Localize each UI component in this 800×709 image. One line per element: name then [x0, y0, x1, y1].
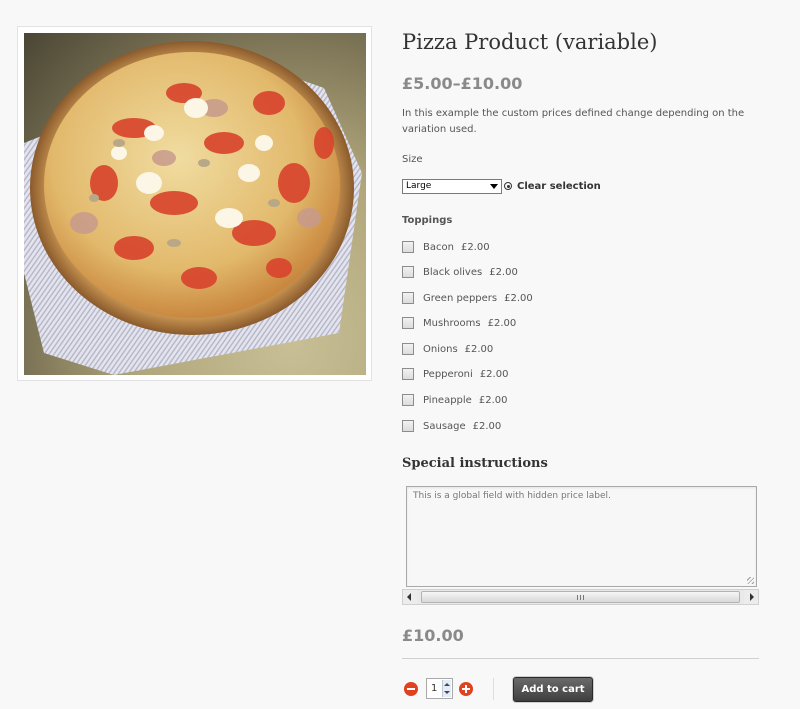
price-range: £5.00–£10.00 [402, 74, 523, 93]
toppings-label: Toppings [402, 215, 453, 226]
spinner-icon[interactable] [442, 680, 451, 697]
topping-checkbox[interactable] [402, 420, 414, 432]
horizontal-scrollbar[interactable] [402, 589, 759, 605]
clear-selection-label: Clear selection [517, 181, 601, 192]
topping-name: Black olives [423, 267, 483, 278]
scrollbar-thumb[interactable] [421, 591, 740, 603]
topping-checkbox[interactable] [402, 368, 414, 380]
topping-name: Bacon [423, 242, 454, 253]
product-description: In this example the custom prices define… [402, 108, 745, 135]
special-instructions-text: This is a global field with hidden price… [413, 491, 611, 501]
special-instructions-heading: Special instructions [402, 456, 548, 471]
grip-icon [576, 595, 584, 600]
topping-name: Mushrooms [423, 318, 481, 329]
topping-price: £2.00 [479, 369, 509, 380]
topping-name: Sausage [423, 421, 466, 432]
topping-checkbox[interactable] [402, 292, 414, 304]
size-selected-value: Large [406, 181, 432, 191]
topping-checkbox[interactable] [402, 343, 414, 355]
topping-price: £2.00 [472, 421, 502, 432]
chevron-down-icon [490, 184, 498, 189]
size-label: Size [402, 154, 423, 165]
topping-price: £2.00 [464, 344, 494, 355]
divider [493, 678, 494, 700]
divider [402, 658, 759, 659]
plus-icon[interactable] [459, 682, 473, 696]
topping-checkbox[interactable] [402, 394, 414, 406]
topping-price: £2.00 [504, 293, 533, 304]
resize-grip-icon[interactable] [747, 577, 754, 584]
scroll-left-icon[interactable] [403, 590, 417, 604]
topping-checkbox[interactable] [402, 241, 414, 253]
pizza-illustration [24, 41, 362, 375]
size-select[interactable]: Large [402, 179, 502, 194]
scroll-right-icon[interactable] [744, 590, 758, 604]
special-instructions-textarea[interactable]: This is a global field with hidden price… [406, 486, 757, 587]
quantity-value: 1 [431, 683, 438, 694]
pizza-image[interactable] [24, 33, 366, 375]
topping-name: Pepperoni [423, 369, 473, 380]
total-price: £10.00 [402, 626, 464, 645]
topping-price: £2.00 [489, 267, 518, 278]
clear-selection-link[interactable]: Clear selection [504, 181, 601, 192]
product-image-frame [17, 26, 372, 381]
topping-price: £2.00 [478, 395, 508, 406]
topping-checkbox[interactable] [402, 317, 414, 329]
topping-price: £2.00 [487, 318, 517, 329]
clear-icon [504, 182, 512, 190]
topping-price: £2.00 [460, 242, 490, 253]
quantity-input[interactable]: 1 [426, 678, 453, 699]
minus-icon[interactable] [404, 682, 418, 696]
topping-checkbox[interactable] [402, 266, 414, 278]
add-to-cart-button[interactable]: Add to cart [513, 677, 593, 702]
topping-name: Onions [423, 344, 458, 355]
topping-name: Green peppers [423, 293, 498, 304]
product-title: Pizza Product (variable) [402, 30, 658, 54]
topping-name: Pineapple [423, 395, 472, 406]
